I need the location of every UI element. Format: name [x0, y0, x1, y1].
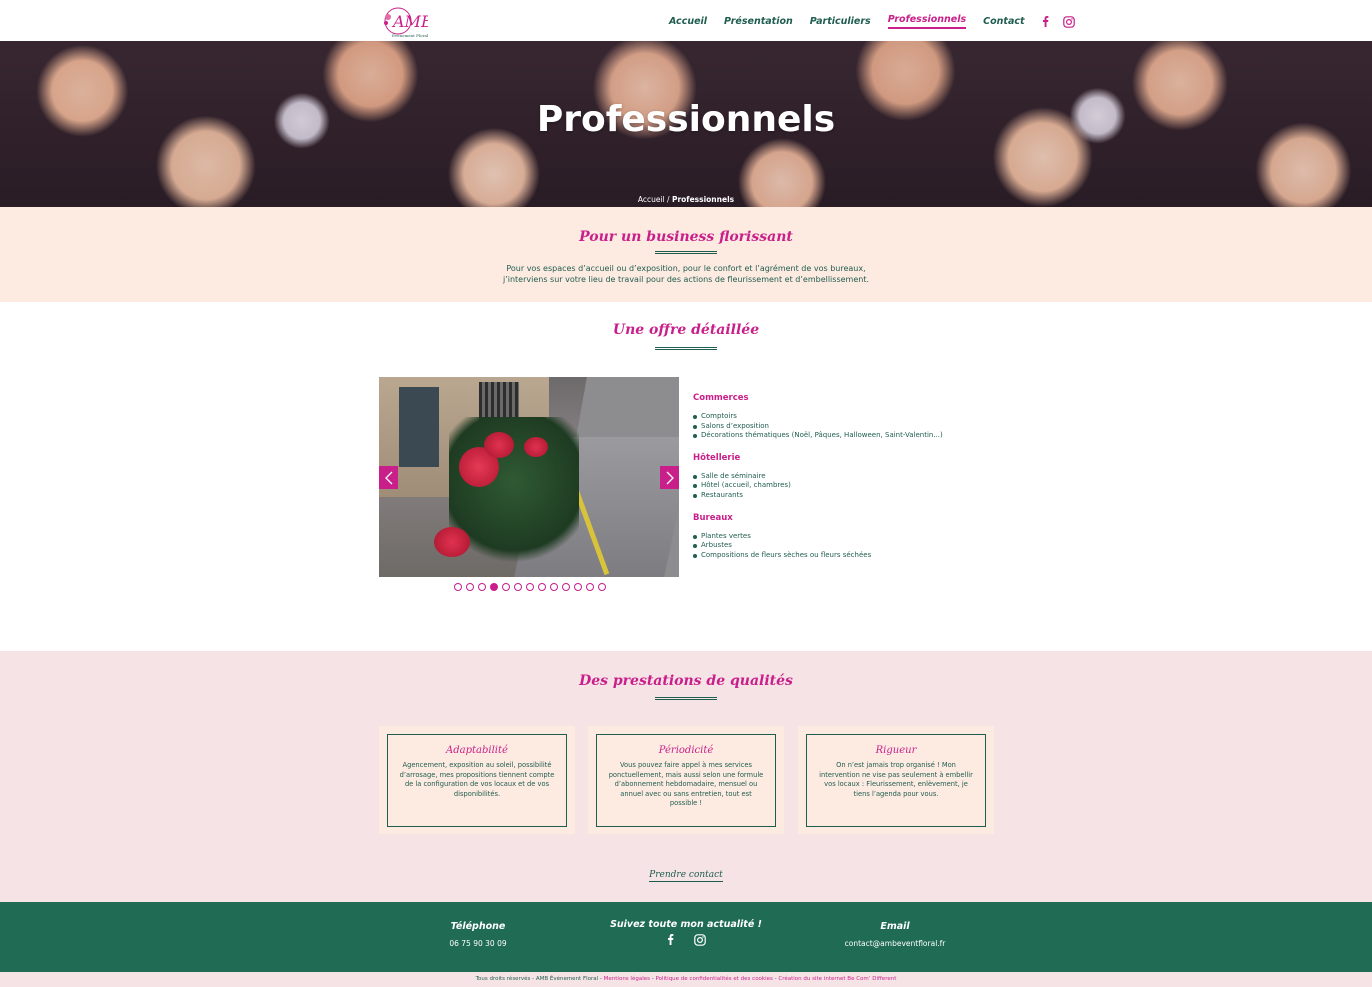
list-item: Salons d’exposition [693, 422, 993, 432]
card-text: On n’est jamais trop organisé ! Mon inte… [819, 761, 973, 798]
nav-particuliers[interactable]: Particuliers [810, 16, 871, 27]
chevron-left-icon [384, 471, 392, 484]
intro-section: Pour un business florissant Pour vos esp… [0, 207, 1372, 302]
footer-social: Suivez toute mon actualité ! [606, 919, 766, 946]
breadcrumb-current: Professionnels [671, 195, 735, 204]
contact-link[interactable]: Prendre contact [649, 870, 723, 882]
privacy-link[interactable]: Politique de confidentialités et des coo… [655, 976, 772, 982]
svg-text:AMB: AMB [391, 12, 428, 31]
list-item: Compositions de fleurs sèches ou fleurs … [693, 551, 993, 561]
slider-dot[interactable] [502, 583, 510, 591]
slider-dot[interactable] [526, 583, 534, 591]
list-item: Arbustes [693, 541, 993, 551]
prestations-title-underline [655, 697, 717, 700]
slider-dots [454, 583, 610, 591]
card-adaptabilite: Adaptabilité Agencement, exposition au s… [379, 726, 575, 834]
card-text: Vous pouvez faire appel à mes services p… [608, 761, 764, 807]
card-text: Agencement, exposition au soleil, possib… [399, 761, 555, 798]
list-item: Restaurants [693, 491, 993, 501]
footer-email-address[interactable]: contact@ambeventfloral.fr [830, 939, 960, 948]
instagram-icon[interactable] [1062, 15, 1075, 28]
intro-title-underline [655, 251, 717, 254]
list-bureaux: Plantes vertes Arbustes Compositions de … [693, 532, 993, 561]
creation-link[interactable]: Création du site internet Be Com’ Differ… [778, 976, 896, 982]
facebook-icon[interactable] [1042, 16, 1049, 27]
list-item: Hôtel (accueil, chambres) [693, 481, 993, 491]
intro-line-1: Pour vos espaces d’accueil ou d’expositi… [506, 264, 866, 273]
slide-image-garland [449, 417, 579, 577]
slider-next-button[interactable] [660, 466, 679, 489]
slider-dot[interactable] [466, 583, 474, 591]
slider-dot[interactable] [514, 583, 522, 591]
list-hotellerie: Salle de séminaire Hôtel (accueil, chamb… [693, 472, 993, 501]
breadcrumb-home[interactable]: Accueil [638, 195, 665, 204]
slide-image-bow [434, 527, 470, 557]
site-header: AMB Événement Floral Accueil Présentatio… [0, 0, 1372, 41]
offer-slider[interactable] [379, 377, 679, 577]
card-frame: Adaptabilité Agencement, exposition au s… [387, 734, 567, 827]
intro-text: Pour vos espaces d’accueil ou d’expositi… [0, 263, 1372, 285]
breadcrumb: Accueil / Professionnels [0, 195, 1372, 204]
category-commerces: Commerces [693, 393, 749, 403]
slider-dot[interactable] [550, 583, 558, 591]
list-item: Décorations thématiques (Noël, Pâques, H… [693, 431, 993, 441]
legal-link[interactable]: Mentions légales [604, 976, 650, 982]
offer-list: Commerces Comptoirs Salons d’exposition … [693, 393, 993, 572]
logo-tagline: Événement Floral [392, 33, 429, 38]
card-title: Périodicité [658, 745, 714, 756]
bottom-bar: Tous droits réservés - AMB Événement Flo… [0, 972, 1372, 987]
slider-prev-button[interactable] [379, 466, 398, 489]
list-commerces: Comptoirs Salons d’exposition Décoration… [693, 412, 993, 441]
footer-phone: Téléphone 06 75 90 30 09 [418, 921, 538, 948]
offer-title: Une offre détaillée [612, 322, 760, 338]
contact-link-wrap: Prendre contact [0, 870, 1372, 882]
facebook-icon[interactable] [667, 934, 674, 946]
card-frame: Rigueur On n’est jamais trop organisé ! … [806, 734, 986, 827]
list-item: Salle de séminaire [693, 472, 993, 482]
nav-professionnels[interactable]: Professionnels [887, 14, 967, 29]
slider-dot[interactable] [538, 583, 546, 591]
card-title: Rigueur [875, 745, 917, 756]
card-periodicite: Périodicité Vous pouvez faire appel à me… [588, 726, 784, 834]
slider-dot[interactable] [478, 583, 486, 591]
offer-title-wrap: Une offre détaillée [0, 322, 1372, 338]
hero-banner: Professionnels Accueil / Professionnels [0, 41, 1372, 207]
nav-contact[interactable]: Contact [983, 16, 1024, 27]
slider-dot[interactable] [490, 583, 498, 591]
main-nav: Accueil Présentation Particuliers Profes… [669, 14, 1089, 29]
slide-image-door [399, 387, 439, 467]
site-footer: Téléphone 06 75 90 30 09 Suivez toute mo… [0, 902, 1372, 972]
footer-email: Email contact@ambeventfloral.fr [830, 921, 960, 948]
slider-dot[interactable] [586, 583, 594, 591]
breadcrumb-separator: / [664, 195, 672, 204]
intro-title: Pour un business florissant [579, 229, 793, 245]
card-frame: Périodicité Vous pouvez faire appel à me… [596, 734, 776, 827]
footer-phone-number[interactable]: 06 75 90 30 09 [418, 939, 538, 948]
category-hotellerie: Hôtellerie [693, 452, 741, 463]
list-item: Comptoirs [693, 412, 993, 422]
prestations-title: Des prestations de qualités [579, 673, 793, 689]
page-title: Professionnels [536, 99, 836, 140]
slider-dot[interactable] [454, 583, 462, 591]
card-rigueur: Rigueur On n’est jamais trop organisé ! … [798, 726, 994, 834]
slide-image-poinsettia [524, 437, 548, 457]
nav-presentation[interactable]: Présentation [724, 16, 793, 27]
footer-email-title: Email [880, 921, 910, 932]
chevron-right-icon [666, 471, 674, 484]
copyright-text: Tous droits réservés - AMB Événement Flo… [475, 976, 604, 982]
slider-dot[interactable] [574, 583, 582, 591]
footer-phone-title: Téléphone [450, 921, 506, 932]
card-title: Adaptabilité [446, 745, 508, 756]
list-item: Plantes vertes [693, 532, 993, 542]
category-bureaux: Bureaux [693, 512, 733, 523]
nav-accueil[interactable]: Accueil [669, 16, 707, 27]
slide-image-poinsettia [484, 432, 514, 458]
slider-dot[interactable] [562, 583, 570, 591]
footer-social-title: Suivez toute mon actualité ! [610, 919, 762, 930]
offer-title-underline [655, 347, 717, 350]
slider-dot[interactable] [598, 583, 606, 591]
instagram-icon[interactable] [693, 934, 706, 946]
intro-line-2: j’interviens sur votre lieu de travail p… [502, 275, 869, 284]
footer-social-icons [606, 934, 766, 946]
